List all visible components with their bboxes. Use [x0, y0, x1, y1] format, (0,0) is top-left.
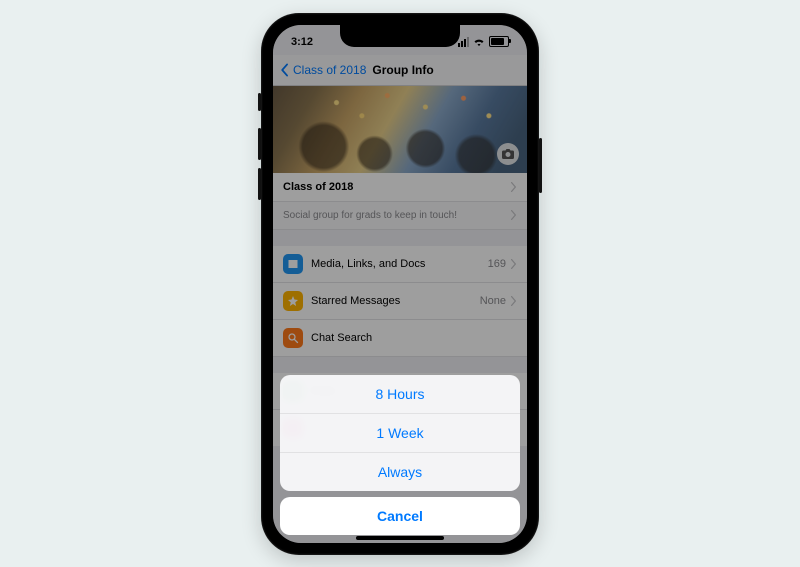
mute-option-8hours[interactable]: 8 Hours — [280, 375, 520, 414]
action-sheet: 8 Hours 1 Week Always Cancel — [280, 375, 520, 535]
mute-option-always[interactable]: Always — [280, 453, 520, 491]
cancel-button[interactable]: Cancel — [280, 497, 520, 535]
mute-option-label: 1 Week — [376, 425, 423, 441]
action-sheet-options: 8 Hours 1 Week Always — [280, 375, 520, 491]
mute-option-label: Always — [378, 464, 422, 480]
mute-option-1week[interactable]: 1 Week — [280, 414, 520, 453]
screen: 3:12 Class of 2018 Group Info Class of 2… — [273, 25, 527, 543]
cancel-label: Cancel — [377, 508, 423, 524]
iphone-frame: 3:12 Class of 2018 Group Info Class of 2… — [261, 13, 539, 555]
silence-switch — [258, 93, 261, 111]
home-indicator[interactable] — [356, 536, 444, 540]
volume-up-button — [258, 128, 261, 160]
mute-option-label: 8 Hours — [375, 386, 424, 402]
power-button — [539, 138, 542, 193]
volume-down-button — [258, 168, 261, 200]
